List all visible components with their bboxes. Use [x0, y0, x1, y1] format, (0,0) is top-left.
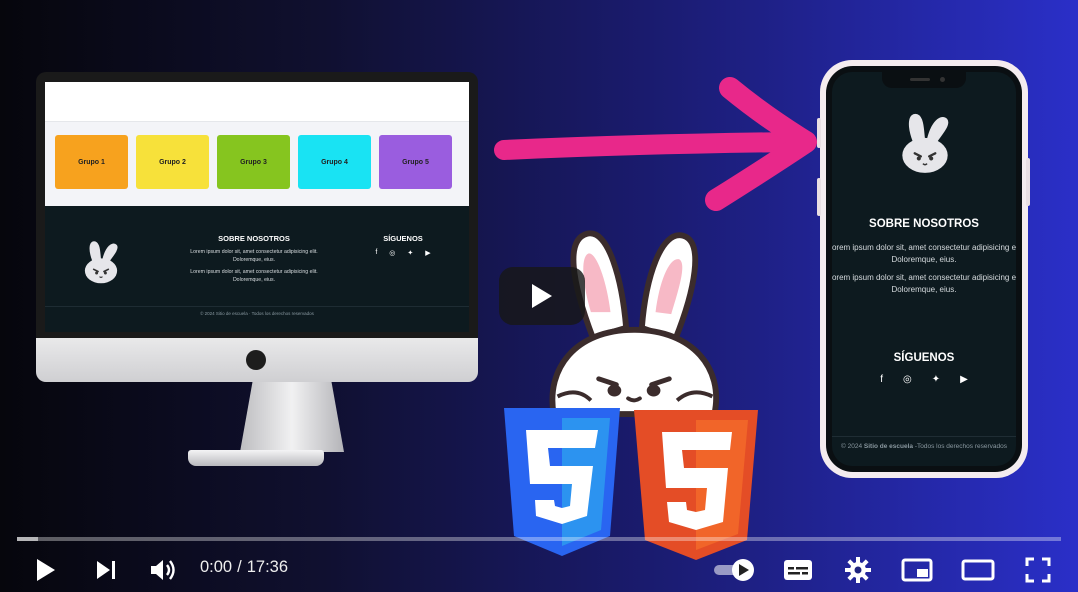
mobile-phone: SOBRE NOSOTROS orem ipsum dolor sit, ame…	[817, 60, 1030, 478]
miniplayer-icon	[901, 558, 933, 582]
facebook-icon: f	[375, 249, 378, 256]
desktop-monitor: Grupo 1 Grupo 2 Grupo 3 Grupo 4 Grupo 5	[36, 72, 478, 466]
twitter-icon: ✦	[407, 250, 414, 257]
progress-played	[17, 537, 38, 541]
settings-button[interactable]	[840, 552, 876, 588]
subtitles-button[interactable]	[780, 552, 816, 588]
time-separator: /	[237, 558, 242, 576]
preview-footer: SOBRE NOSOTROS Lorem ipsum dolor sit, am…	[45, 206, 469, 332]
preview-copyright: © 2024 Sitio de escuela · Todos los dere…	[45, 306, 469, 316]
bunny-logo-icon	[902, 113, 949, 173]
volume-icon	[151, 560, 175, 580]
group-card: Grupo 2	[136, 135, 209, 189]
about-paragraph: orem ipsum dolor sit, amet consectetur a…	[832, 273, 1016, 294]
about-title: SOBRE NOSOTROS	[218, 234, 290, 243]
play-button[interactable]	[30, 552, 62, 588]
gear-icon	[845, 557, 871, 583]
autoplay-toggle[interactable]	[710, 552, 758, 588]
monitor-bezel: Grupo 1 Grupo 2 Grupo 3 Grupo 4 Grupo 5	[36, 72, 478, 338]
next-button[interactable]	[90, 552, 122, 588]
phone-side-button	[817, 118, 821, 148]
phone-notch	[882, 72, 966, 88]
preview-about: SOBRE NOSOTROS Lorem ipsum dolor sit, am…	[180, 234, 328, 289]
preview-follow: SÍGUENOS f ◎ ✦ ▶	[363, 234, 443, 257]
follow-title: SÍGUENOS	[893, 352, 955, 364]
preview-groups: Grupo 1 Grupo 2 Grupo 3 Grupo 4 Grupo 5	[45, 122, 469, 206]
about-title: SOBRE NOSOTROS	[869, 218, 979, 230]
group-card: Grupo 5	[379, 135, 452, 189]
group-label: Grupo 4	[321, 158, 348, 166]
fullscreen-button[interactable]	[1020, 552, 1056, 588]
volume-button[interactable]	[146, 552, 180, 588]
preview-header	[45, 82, 469, 122]
play-button-large[interactable]	[499, 267, 585, 325]
group-label: Grupo 3	[240, 158, 267, 166]
youtube-icon: ▶	[425, 250, 431, 257]
play-icon	[37, 559, 55, 581]
copyright-site: Sitio de escuela	[863, 443, 914, 450]
phone-side-button	[1026, 158, 1030, 206]
monitor-chin	[36, 338, 478, 382]
player-controls: 0:00 / 17:36	[0, 548, 1078, 592]
facebook-icon: f	[880, 374, 883, 385]
instagram-icon: ◎	[389, 250, 396, 257]
group-label: Grupo 5	[402, 158, 429, 166]
phone-side-button	[817, 178, 821, 216]
about-paragraph: orem ipsum dolor sit, amet consectetur a…	[832, 243, 1016, 264]
group-card: Grupo 1	[55, 135, 128, 189]
play-icon	[532, 284, 552, 308]
group-label: Grupo 1	[78, 158, 105, 166]
copyright-prefix: © 2024	[841, 443, 863, 450]
desktop-website-preview: Grupo 1 Grupo 2 Grupo 3 Grupo 4 Grupo 5	[45, 82, 469, 332]
social-icons: f ◎ ✦ ▶	[832, 374, 1016, 385]
time-display: 0:00 / 17:36	[200, 558, 288, 577]
current-time: 0:00	[200, 558, 233, 576]
monitor-stand	[240, 382, 344, 452]
skip-next-icon	[97, 561, 115, 579]
arrow-right-icon	[494, 77, 817, 211]
video-player[interactable]: Grupo 1 Grupo 2 Grupo 3 Grupo 4 Grupo 5	[0, 0, 1078, 592]
autoplay-toggle-icon	[714, 559, 754, 581]
bunny-logo-icon	[84, 241, 118, 284]
monitor-camera-dot	[246, 350, 266, 370]
phone-copyright: © 2024 Sitio de escuela -Todos los derec…	[832, 436, 1016, 450]
duration: 17:36	[246, 558, 289, 576]
progress-bar[interactable]	[17, 537, 1061, 541]
miniplayer-button[interactable]	[898, 552, 936, 588]
about-paragraph: Lorem ipsum dolor sit, amet consectetur …	[190, 249, 318, 263]
group-label: Grupo 2	[159, 158, 186, 166]
theater-mode-icon	[961, 559, 995, 581]
about-paragraph: Lorem ipsum dolor sit, amet consectetur …	[190, 269, 318, 283]
group-card: Grupo 4	[298, 135, 371, 189]
monitor-base	[188, 450, 324, 466]
group-card: Grupo 3	[217, 135, 290, 189]
fullscreen-icon	[1025, 557, 1051, 583]
theater-mode-button[interactable]	[958, 552, 998, 588]
twitter-icon: ✦	[931, 374, 941, 385]
instagram-icon: ◎	[902, 374, 912, 385]
follow-title: SÍGUENOS	[383, 234, 423, 243]
copyright-suffix: -Todos los derechos reservados	[914, 443, 1007, 450]
css3-logo-icon	[504, 408, 620, 556]
mobile-website-preview: SOBRE NOSOTROS orem ipsum dolor sit, ame…	[832, 72, 1016, 466]
subtitles-icon	[784, 560, 812, 580]
youtube-icon: ▶	[960, 374, 968, 385]
